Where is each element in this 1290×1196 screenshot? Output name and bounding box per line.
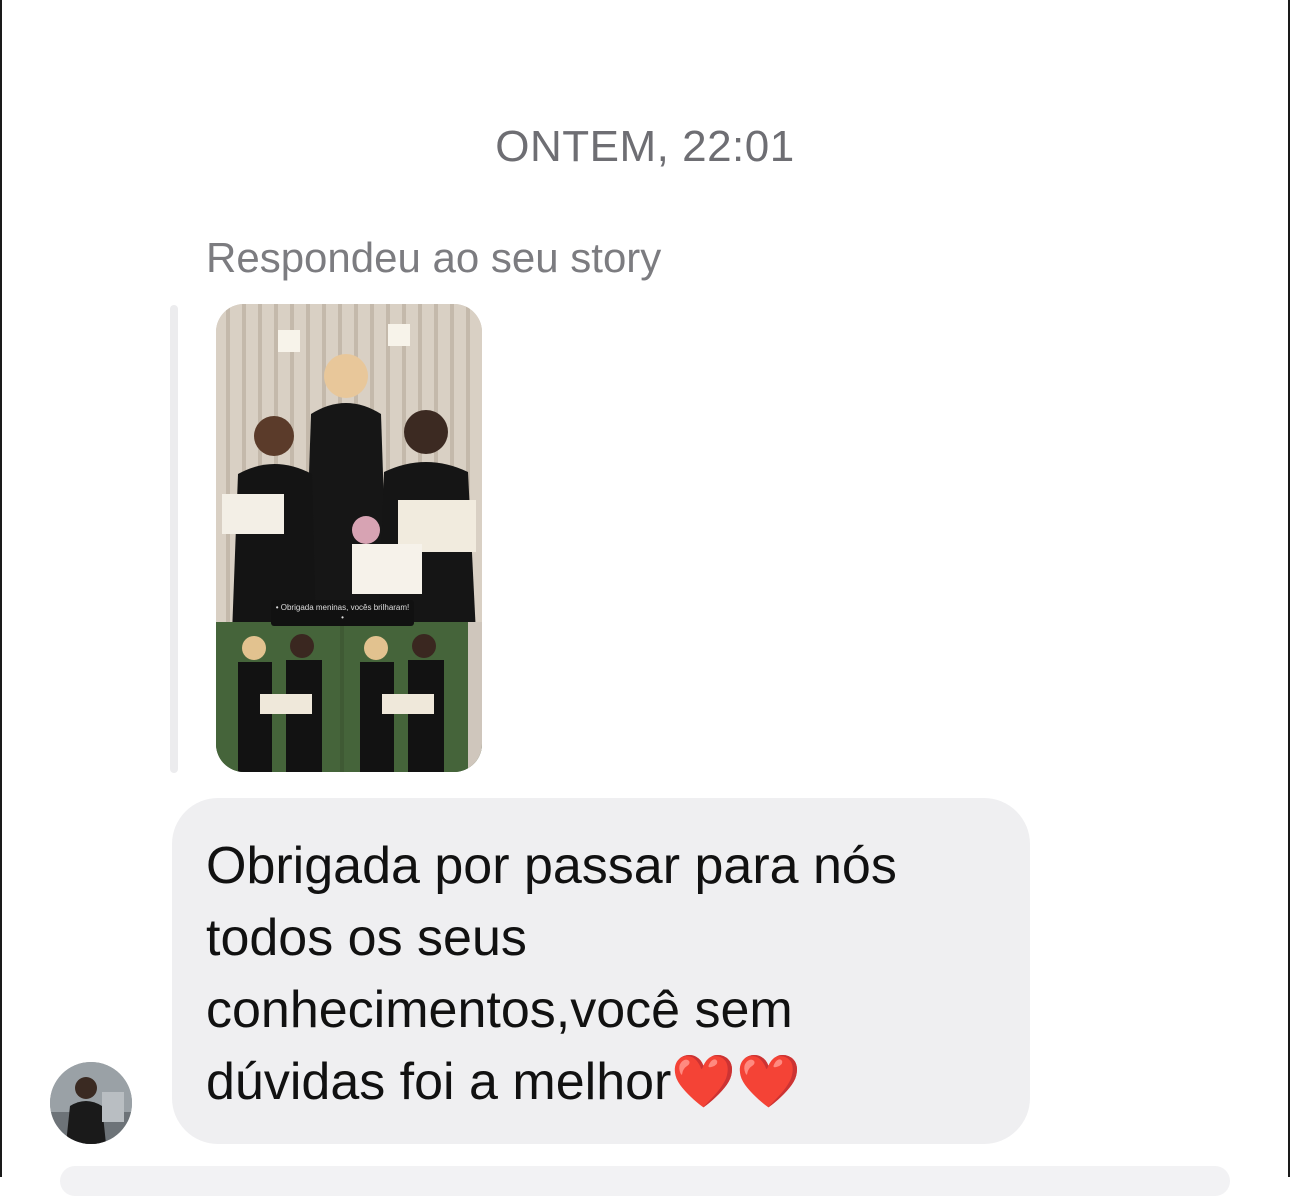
message-timestamp: ONTEM, 22:01	[495, 122, 795, 171]
story-thumbnail[interactable]: • Obrigada meninas, vocês brilharam! •	[216, 304, 482, 772]
message-bubble[interactable]: Obrigada por passar para nós todos os se…	[172, 798, 1030, 1144]
story-reply-label: Respondeu ao seu story	[206, 234, 662, 281]
next-message-edge	[60, 1166, 1230, 1196]
story-caption: • Obrigada meninas, vocês brilharam! •	[271, 600, 414, 626]
sender-avatar[interactable]	[50, 1062, 132, 1144]
avatar-photo	[50, 1062, 132, 1144]
message-text: Obrigada por passar para nós todos os se…	[206, 837, 897, 1111]
reply-quote-bar	[170, 305, 178, 773]
story-photo	[216, 304, 482, 772]
